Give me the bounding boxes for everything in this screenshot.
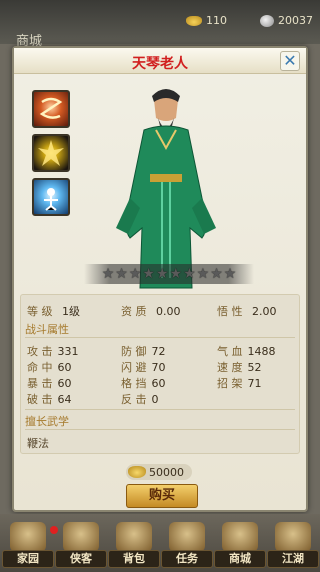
heroes-icon (63, 522, 99, 552)
bottom-nav: 家园 侠客 背包 任务 商城 江湖 (0, 514, 320, 572)
bag-icon (116, 522, 152, 552)
silver-amount: 20037 (278, 14, 313, 27)
stat-speed: 速 度 52 (217, 361, 262, 374)
stat-defense: 防 御 72 (121, 345, 166, 358)
stat-hit: 命 中 60 (27, 361, 72, 374)
divider (25, 429, 295, 430)
silver-coin-icon (260, 14, 274, 27)
stat-crit: 暴 击 60 (27, 377, 72, 390)
nav-heroes-label: 侠客 (55, 550, 107, 568)
star-icon: ★ (183, 266, 196, 282)
nav-heroes[interactable]: 侠客 (55, 522, 107, 572)
nav-quests-label: 任务 (161, 550, 213, 568)
buy-button[interactable]: 购买 (126, 484, 198, 508)
stat-dodge: 闪 避 70 (121, 361, 166, 374)
star-icon: ★ (128, 266, 142, 282)
ingot-amount: 110 (206, 14, 227, 27)
martial-arts-heading: 擅长武学 (25, 415, 69, 428)
close-icon: ✕ (283, 51, 297, 70)
star-icon: ★ (101, 266, 115, 282)
stat-block: 格 挡 60 (121, 377, 166, 390)
scroll-icon (169, 522, 205, 552)
gold-ingot-icon (128, 466, 146, 478)
comprehension-label: 悟 性 (217, 305, 243, 318)
nav-shop[interactable]: 商城 (214, 522, 266, 572)
level-row: 等 级 1级 (27, 303, 80, 319)
panel-header: 天琴老人 ✕ (14, 48, 306, 74)
combat-attributes-heading: 战斗属性 (25, 323, 69, 336)
level-value: 1级 (62, 305, 80, 318)
stat-hp: 气 血 1488 (217, 345, 276, 358)
world-icon (275, 522, 311, 552)
silver-currency: 20037 (260, 14, 313, 27)
nav-quests[interactable]: 任务 (161, 522, 213, 572)
price-value: 50000 (149, 465, 184, 479)
star-icon: ★ (223, 266, 237, 282)
hero-info-box: 等 级 1级 资 质 0.00 悟 性 2.00 战斗属性 攻 击 331 防 御… (20, 294, 300, 454)
skill-icon-burst[interactable] (32, 134, 70, 172)
comprehension-value: 2.00 (252, 305, 277, 318)
stat-attack: 攻 击 331 (27, 345, 79, 358)
aptitude-row: 资 质 0.00 (121, 303, 181, 319)
hero-name: 天琴老人 (132, 56, 188, 72)
close-button[interactable]: ✕ (280, 51, 300, 71)
aptitude-value: 0.00 (156, 305, 181, 318)
divider (25, 337, 295, 338)
star-icon: ★ (169, 266, 183, 282)
nav-shop-label: 商城 (214, 550, 266, 568)
nav-home-label: 家园 (2, 550, 54, 568)
nav-bag[interactable]: 背包 (108, 522, 160, 572)
star-icon: ★ (155, 266, 169, 282)
level-label: 等 级 (27, 305, 53, 318)
nav-world-label: 江湖 (267, 550, 319, 568)
martial-arts-value: 鞭法 (27, 437, 49, 450)
nav-bag-label: 背包 (108, 550, 160, 568)
nav-world[interactable]: 江湖 (267, 522, 319, 572)
stat-pierce: 破 击 64 (27, 393, 72, 406)
stat-parry: 招 架 71 (217, 377, 262, 390)
aptitude-label: 资 质 (121, 305, 147, 318)
divider (25, 409, 295, 410)
shop-icon (222, 522, 258, 552)
home-icon (10, 522, 46, 552)
stat-counter: 反 击0 (121, 393, 159, 406)
top-bar: 110 20037 商城 (0, 0, 320, 49)
star-icon: ★ (196, 266, 210, 282)
skill-icon-ice-aura[interactable] (32, 178, 70, 216)
star-rating: ★ ★ ★ ★ ★ ★ ★ ★ ★ ★ (84, 264, 254, 284)
star-icon: ★ (210, 266, 223, 282)
star-icon: ★ (142, 266, 155, 282)
gold-ingot-icon (186, 15, 202, 26)
price-tag: 50000 (126, 464, 192, 480)
comprehension-row: 悟 性 2.00 (217, 303, 277, 319)
star-icon: ★ (115, 266, 128, 282)
hero-detail-panel: 天琴老人 ✕ ★ ★ ★ ★ ★ ★ ★ ★ ★ ★ 等 级 1级 资 质 0.00 悟 性 2 (12, 46, 308, 512)
nav-home[interactable]: 家园 (2, 522, 58, 572)
ingot-currency: 110 (186, 14, 227, 27)
skill-icon-fire-whip[interactable] (32, 90, 70, 128)
